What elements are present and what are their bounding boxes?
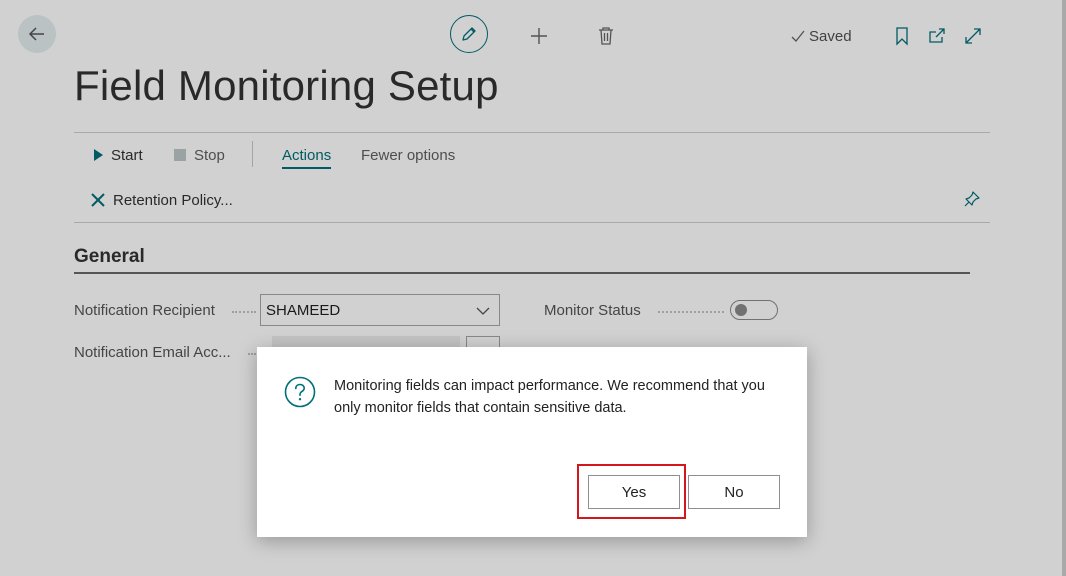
- question-icon: [284, 376, 316, 408]
- confirm-dialog: Monitoring fields can impact performance…: [257, 347, 807, 537]
- dialog-message: Monitoring fields can impact performance…: [334, 378, 765, 416]
- yes-button[interactable]: Yes: [588, 475, 680, 509]
- no-button[interactable]: No: [688, 475, 780, 509]
